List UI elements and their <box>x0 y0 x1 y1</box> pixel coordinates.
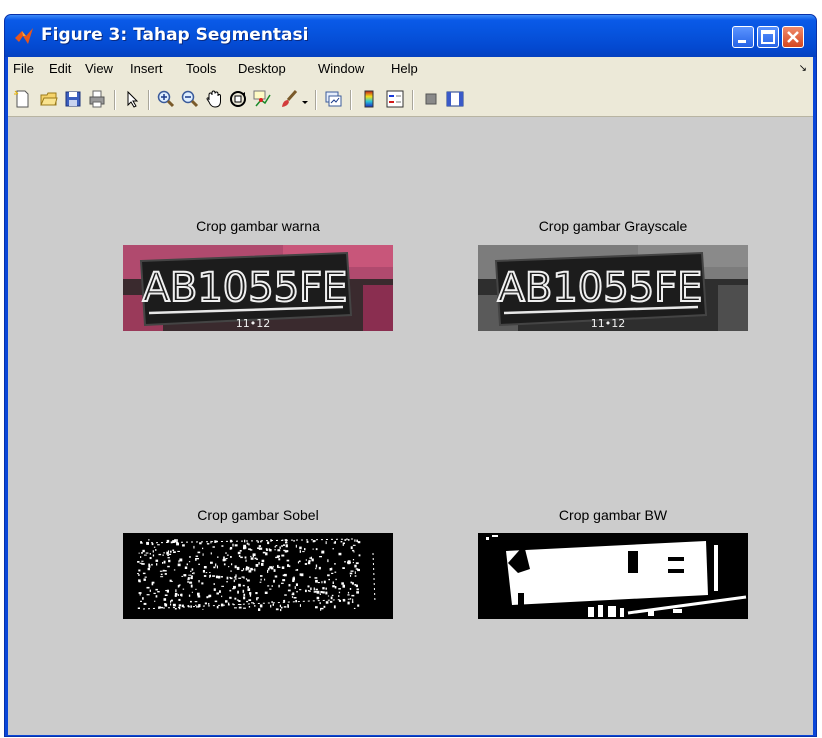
colorbar-icon[interactable] <box>360 90 378 108</box>
legend-icon[interactable] <box>386 90 404 108</box>
menu-insert[interactable]: Insert <box>130 61 163 76</box>
axes-title-sobel: Crop gambar Sobel <box>197 507 319 523</box>
minimize-button[interactable] <box>732 26 754 48</box>
menu-file[interactable]: File <box>13 61 34 76</box>
menu-bar: File Edit View Insert Tools Desktop Wind… <box>8 57 813 81</box>
toolbar-separator <box>412 90 414 110</box>
print-icon[interactable] <box>88 90 106 108</box>
menu-view[interactable]: View <box>85 61 113 76</box>
save-icon[interactable] <box>64 90 82 108</box>
plate-number-text: AB1055FE <box>143 265 348 311</box>
close-button[interactable] <box>782 26 804 48</box>
menu-window[interactable]: Window <box>318 61 364 76</box>
maximize-button[interactable] <box>757 26 779 48</box>
figure-window: Figure 3: Tahap Segmentasi File Edit Vie… <box>4 14 817 737</box>
axes-title-color: Crop gambar warna <box>196 218 320 234</box>
title-bar[interactable]: Figure 3: Tahap Segmentasi <box>5 15 816 57</box>
brush-icon[interactable] <box>280 90 298 108</box>
image-crop-grayscale: AB1055FE 11•12 <box>478 245 748 331</box>
dock-arrow-icon[interactable]: ↘ <box>799 63 807 74</box>
figure-toolbar <box>8 81 813 117</box>
toolbar-separator <box>350 90 352 110</box>
menu-desktop[interactable]: Desktop <box>238 61 286 76</box>
rotate-3d-icon[interactable] <box>229 90 247 108</box>
image-crop-sobel <box>123 533 393 619</box>
image-crop-color: AB1055FE 11•12 <box>123 245 393 331</box>
figure-canvas[interactable]: Crop gambar warna AB1055FE 11•12 Crop ga… <box>8 117 813 735</box>
close-icon <box>787 31 799 43</box>
new-figure-icon[interactable] <box>13 90 31 108</box>
show-plot-tools-icon[interactable] <box>446 90 464 108</box>
image-crop-bw <box>478 533 748 619</box>
link-plot-icon[interactable] <box>324 90 342 108</box>
open-file-icon[interactable] <box>40 90 58 108</box>
maximize-icon <box>761 30 775 44</box>
pointer-icon[interactable] <box>123 90 141 108</box>
data-cursor-icon[interactable] <box>253 90 271 108</box>
hide-plot-tools-icon[interactable] <box>422 90 440 108</box>
zoom-in-icon[interactable] <box>157 90 175 108</box>
toolbar-separator <box>315 90 317 110</box>
toolbar-separator <box>114 90 116 110</box>
menu-tools[interactable]: Tools <box>186 61 216 76</box>
axes-title-bw: Crop gambar BW <box>558 507 668 523</box>
menu-edit[interactable]: Edit <box>49 61 71 76</box>
toolbar-separator <box>148 90 150 110</box>
minimize-icon <box>738 40 746 43</box>
axes-title-grayscale: Crop gambar Grayscale <box>538 218 688 234</box>
plate-date-text: 11•12 <box>591 317 625 330</box>
plate-number-text: AB1055FE <box>498 265 703 311</box>
menu-help[interactable]: Help <box>391 61 418 76</box>
zoom-out-icon[interactable] <box>181 90 199 108</box>
plate-date-text: 11•12 <box>236 317 270 330</box>
pan-icon[interactable] <box>205 90 223 108</box>
brush-dropdown-icon[interactable] <box>300 90 310 108</box>
window-title: Figure 3: Tahap Segmentasi <box>41 25 309 45</box>
matlab-logo-icon <box>15 28 33 44</box>
